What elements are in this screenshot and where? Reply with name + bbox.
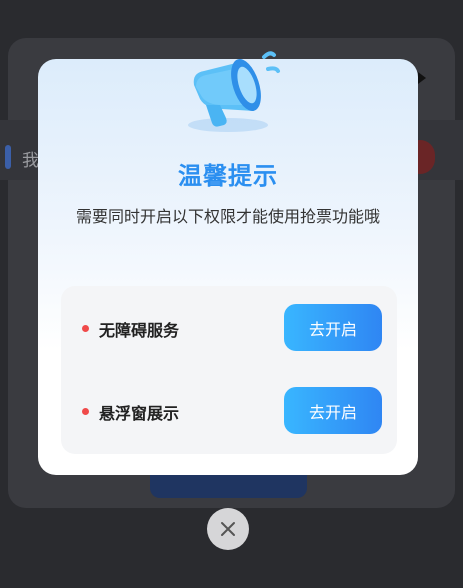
permission-dialog: 温馨提示 需要同时开启以下权限才能使用抢票功能哦 无障碍服务 去开启 悬浮窗展示…	[38, 51, 418, 475]
permission-label: 无障碍服务	[99, 321, 180, 340]
close-button[interactable]	[207, 508, 249, 550]
bullet-dot-icon	[82, 408, 89, 415]
close-icon	[221, 522, 235, 536]
megaphone-icon	[188, 51, 280, 132]
permission-item-overlay: 悬浮窗展示 去开启	[61, 387, 397, 435]
permission-item-accessibility: 无障碍服务 去开启	[61, 304, 397, 352]
dialog-message: 需要同时开启以下权限才能使用抢票功能哦	[75, 207, 380, 226]
background-arrow-icon	[418, 72, 426, 84]
background-accent-bar	[5, 145, 11, 169]
permission-label: 悬浮窗展示	[99, 404, 180, 423]
enable-overlay-button[interactable]: 去开启	[284, 387, 382, 434]
background-text: 我	[22, 151, 39, 171]
permission-list: 无障碍服务 去开启 悬浮窗展示 去开启	[61, 286, 397, 454]
enable-accessibility-button[interactable]: 去开启	[284, 304, 382, 351]
bullet-dot-icon	[82, 325, 89, 332]
dialog-title: 温馨提示	[178, 162, 278, 190]
